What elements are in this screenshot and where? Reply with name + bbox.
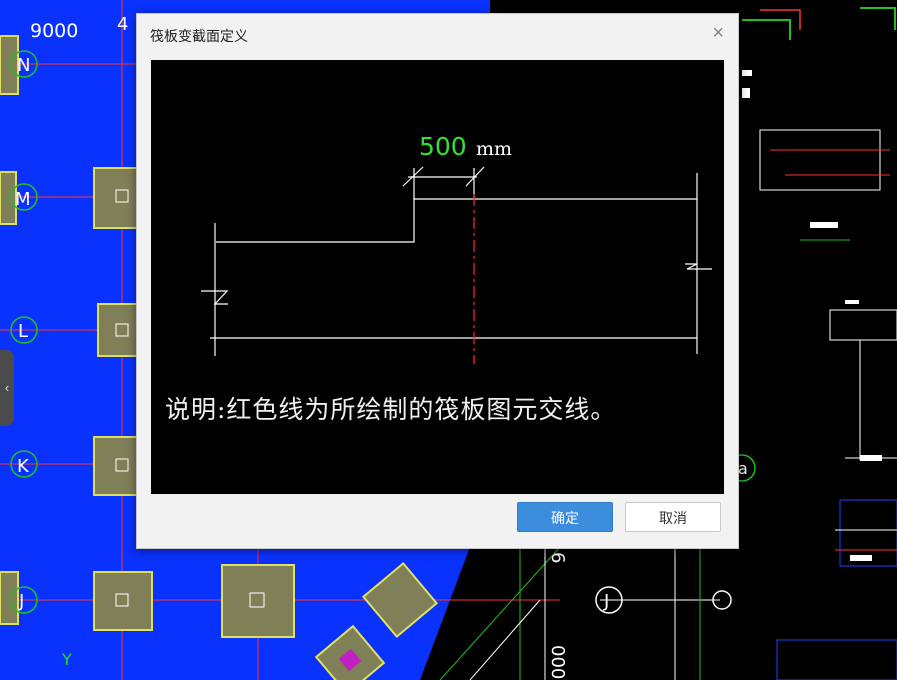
preview-note: 说明:红色线为所绘制的筏板图元交线。 <box>165 395 617 424</box>
cancel-button[interactable]: 取消 <box>625 502 721 532</box>
axis-label-4: 4 <box>117 14 128 35</box>
dialog-title: 筏板变截面定义 <box>150 28 248 44</box>
axis-label-a: a <box>738 459 748 478</box>
axis-label-n: N <box>17 55 30 76</box>
ok-button[interactable]: 确定 <box>517 502 613 532</box>
axis-label-m: M <box>15 189 31 210</box>
close-icon[interactable]: × <box>712 22 724 44</box>
axis-label-y: Y <box>61 650 72 669</box>
section-diagram: 500 mm <box>201 132 712 364</box>
axis-label-l: L <box>18 321 28 342</box>
chevron-left-icon: ‹ <box>4 380 10 395</box>
dim-label-000: 000 <box>547 645 568 679</box>
dimension-value: 500 <box>419 132 467 161</box>
drawing-area-lower <box>420 547 738 680</box>
panel-collapse-handle[interactable]: ‹ <box>0 350 14 426</box>
axis-label-k: K <box>17 456 30 477</box>
axis-label-j2: J <box>603 591 609 612</box>
slab-outline <box>201 166 712 356</box>
section-definition-dialog: 筏板变截面定义 × 500 mm 说明:红色线为所绘制的筏板图元交线。 确定 取… <box>136 13 739 549</box>
top-dimension: 9000 <box>30 20 78 42</box>
section-preview: 500 mm 说明:红色线为所绘制的筏板图元交线。 <box>151 60 724 494</box>
axis-label-j: J <box>18 591 24 612</box>
dimension-unit: mm <box>476 138 512 160</box>
